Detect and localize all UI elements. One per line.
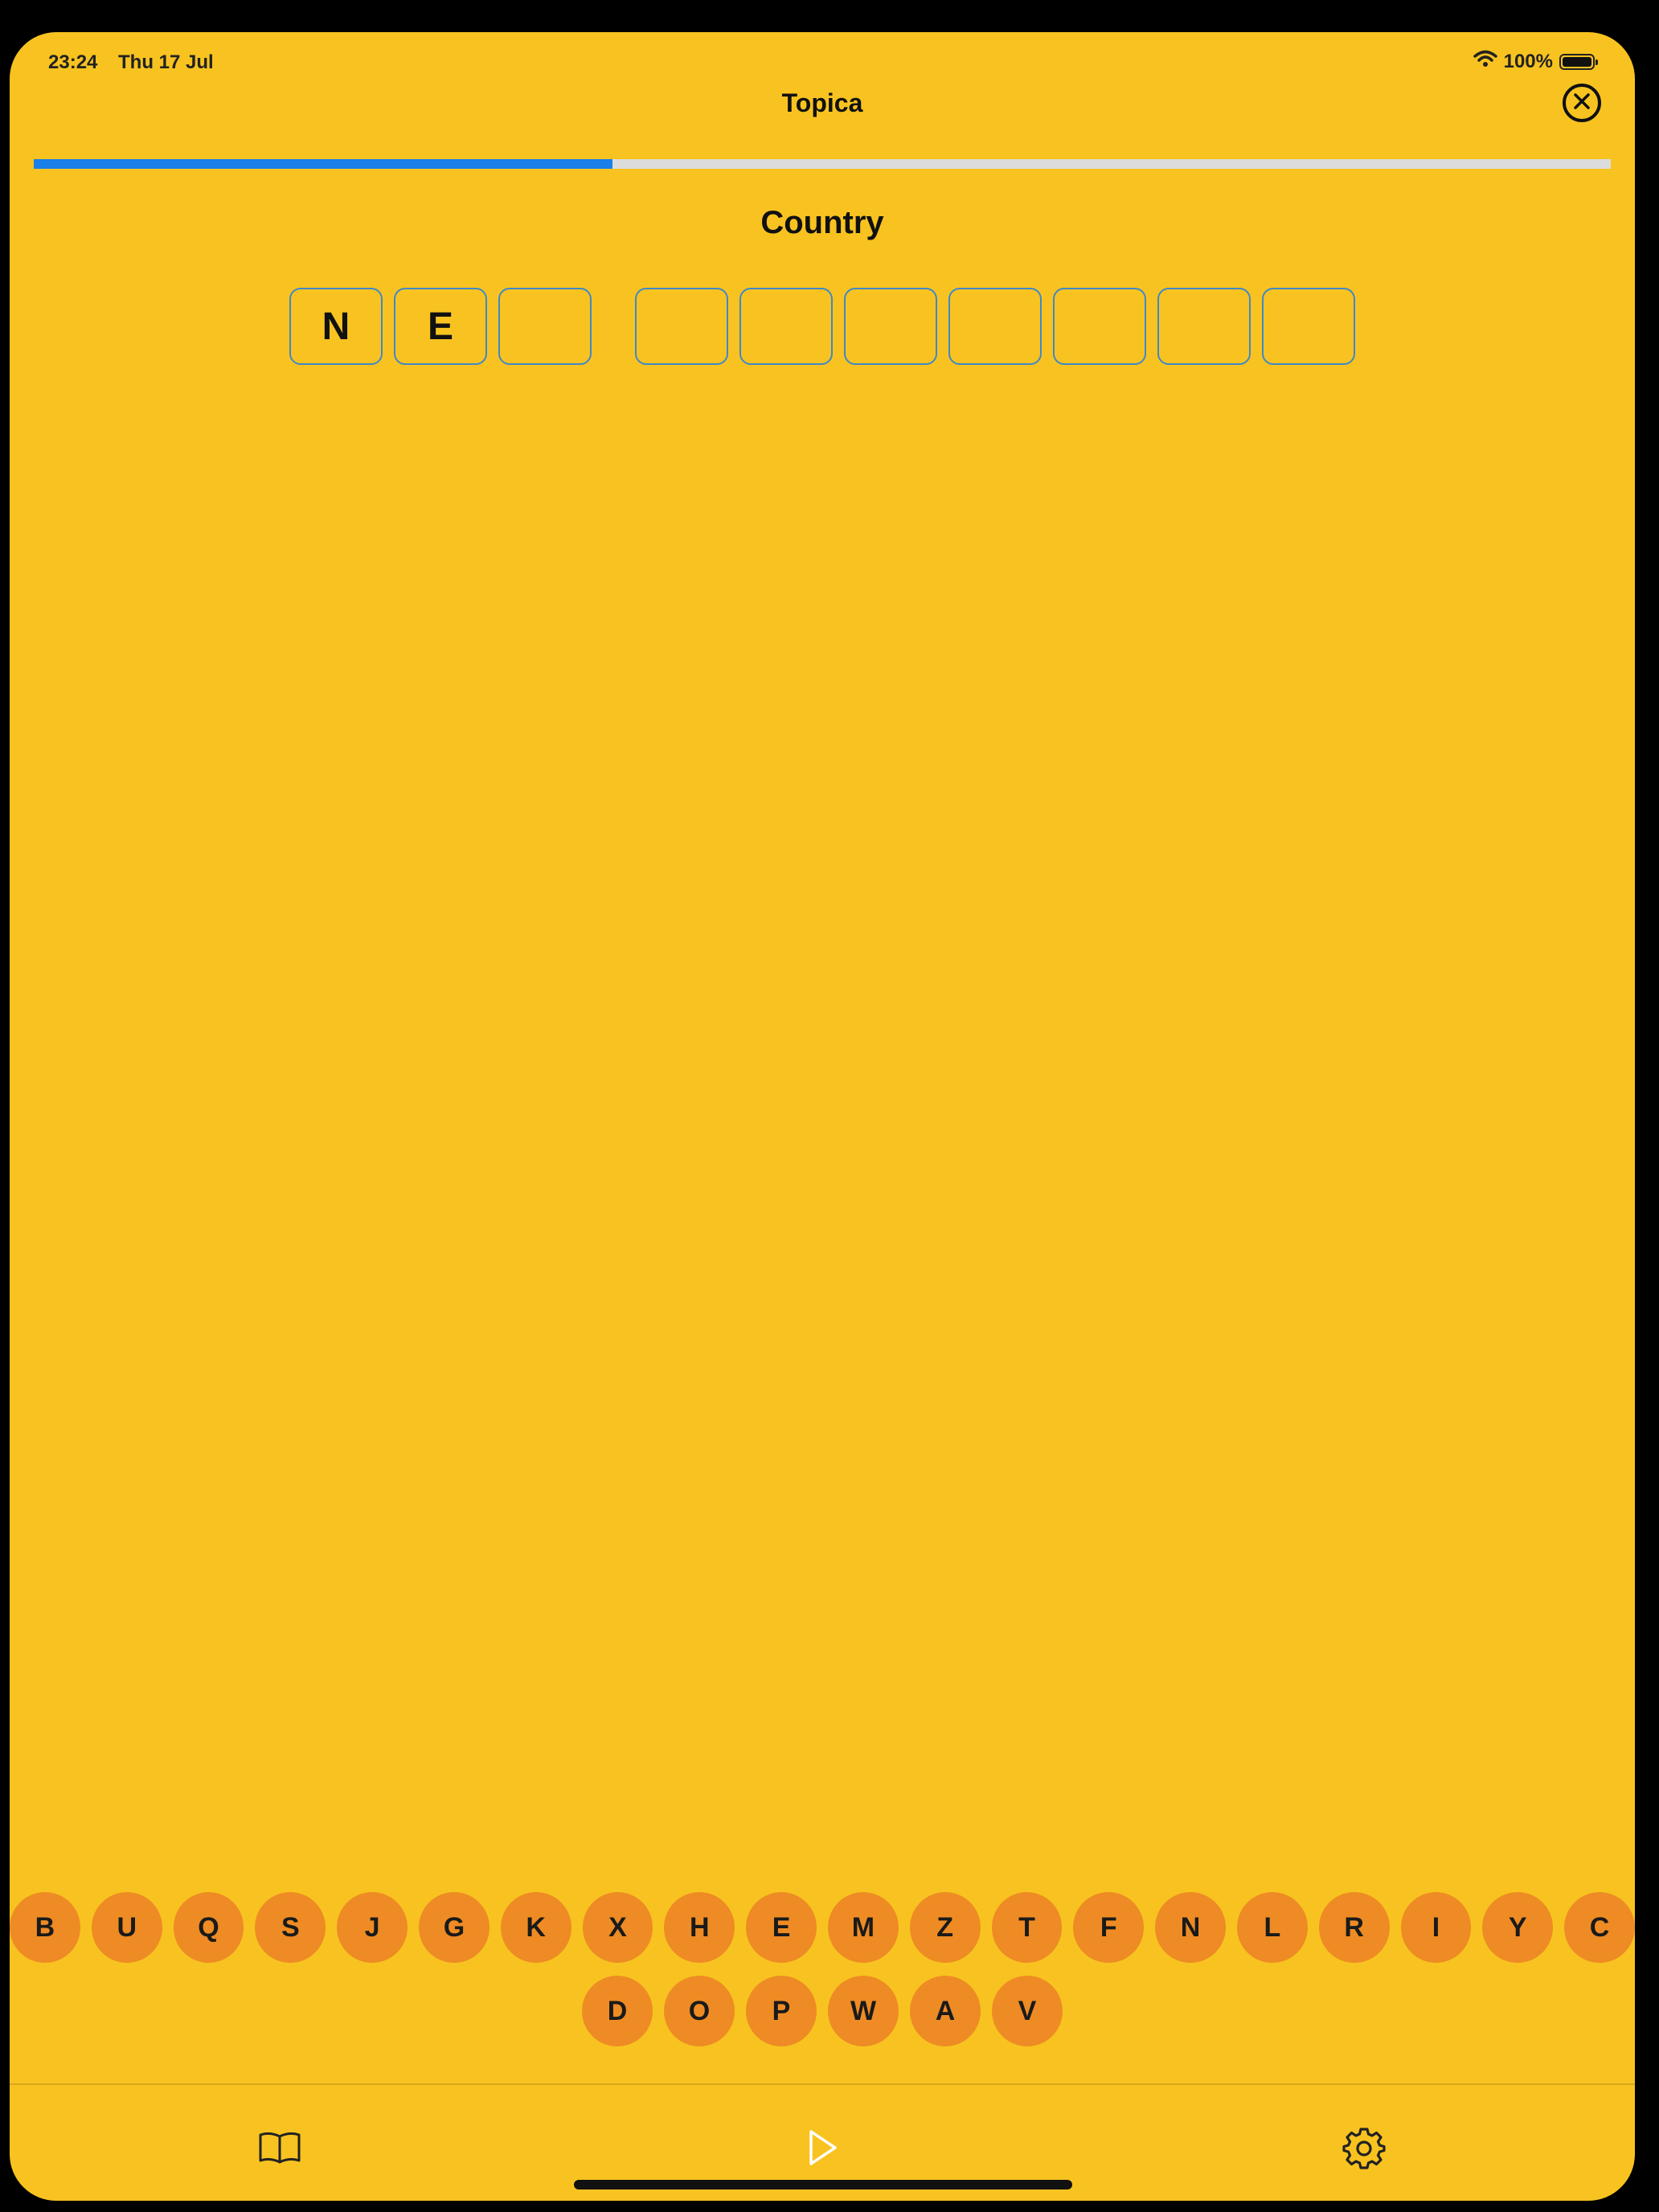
tab-book[interactable] (256, 2125, 304, 2173)
letter-key-k[interactable]: K (500, 1892, 571, 1963)
letter-key-j[interactable]: J (337, 1892, 408, 1963)
letter-key-s[interactable]: S (255, 1892, 326, 1963)
wifi-icon (1473, 50, 1497, 73)
letter-key-e[interactable]: E (746, 1892, 817, 1963)
letter-slot[interactable] (498, 288, 592, 365)
letter-key-b[interactable]: B (10, 1892, 80, 1963)
answer-slots: NE (10, 288, 1635, 365)
status-right: 100% (1473, 50, 1598, 73)
keyboard-row-1: BUQSJGKXHEMZTFNLRIYC (10, 1892, 1635, 1963)
letter-key-g[interactable]: G (419, 1892, 490, 1963)
word-gap (597, 288, 629, 365)
close-icon (1573, 92, 1591, 114)
play-icon (805, 2128, 840, 2171)
letter-key-u[interactable]: U (91, 1892, 162, 1963)
letter-key-z[interactable]: Z (909, 1892, 981, 1963)
gear-icon (1342, 2126, 1386, 2173)
letter-key-v[interactable]: V (992, 1976, 1063, 2046)
app-screen: 23:24 Thu 17 Jul 100% Topica Country NE … (10, 32, 1635, 2201)
home-indicator (574, 2180, 1072, 2189)
progress-track (34, 159, 1611, 169)
letter-key-c[interactable]: C (1564, 1892, 1635, 1963)
letter-key-f[interactable]: F (1073, 1892, 1145, 1963)
battery-percent: 100% (1503, 50, 1553, 72)
battery-icon (1559, 53, 1598, 70)
status-time: 23:24 (48, 51, 98, 73)
letter-key-o[interactable]: O (664, 1976, 735, 2046)
page-title: Topica (781, 88, 863, 117)
status-date: Thu 17 Jul (118, 51, 214, 73)
letter-key-d[interactable]: D (582, 1976, 653, 2046)
keyboard-row-2: DOPWAV (10, 1976, 1635, 2046)
letter-key-l[interactable]: L (1236, 1892, 1308, 1963)
letter-slot[interactable] (948, 288, 1042, 365)
letter-key-m[interactable]: M (828, 1892, 899, 1963)
letter-key-h[interactable]: H (664, 1892, 735, 1963)
letter-key-w[interactable]: W (828, 1976, 899, 2046)
letter-key-y[interactable]: Y (1482, 1892, 1554, 1963)
letter-slot[interactable] (1157, 288, 1251, 365)
letter-slot[interactable] (1262, 288, 1355, 365)
letter-key-p[interactable]: P (746, 1976, 817, 2046)
letter-key-r[interactable]: R (1318, 1892, 1390, 1963)
letter-slot[interactable] (1053, 288, 1146, 365)
letter-slot[interactable]: N (289, 288, 383, 365)
letter-key-q[interactable]: Q (173, 1892, 244, 1963)
letter-slot[interactable] (635, 288, 728, 365)
category-label: Country (760, 205, 884, 240)
letter-slot[interactable] (844, 288, 937, 365)
book-icon (257, 2130, 302, 2169)
letter-slot[interactable]: E (394, 288, 487, 365)
status-bar: 23:24 Thu 17 Jul 100% (10, 43, 1635, 92)
progress-fill (34, 159, 613, 169)
letter-key-i[interactable]: I (1400, 1892, 1472, 1963)
letter-key-a[interactable]: A (910, 1976, 981, 2046)
letter-slot[interactable] (739, 288, 833, 365)
tab-play[interactable] (798, 2125, 846, 2173)
letter-key-n[interactable]: N (1155, 1892, 1226, 1963)
letter-key-x[interactable]: X (582, 1892, 653, 1963)
tab-settings[interactable] (1340, 2125, 1388, 2173)
letter-key-t[interactable]: T (991, 1892, 1063, 1963)
close-button[interactable] (1563, 84, 1601, 122)
